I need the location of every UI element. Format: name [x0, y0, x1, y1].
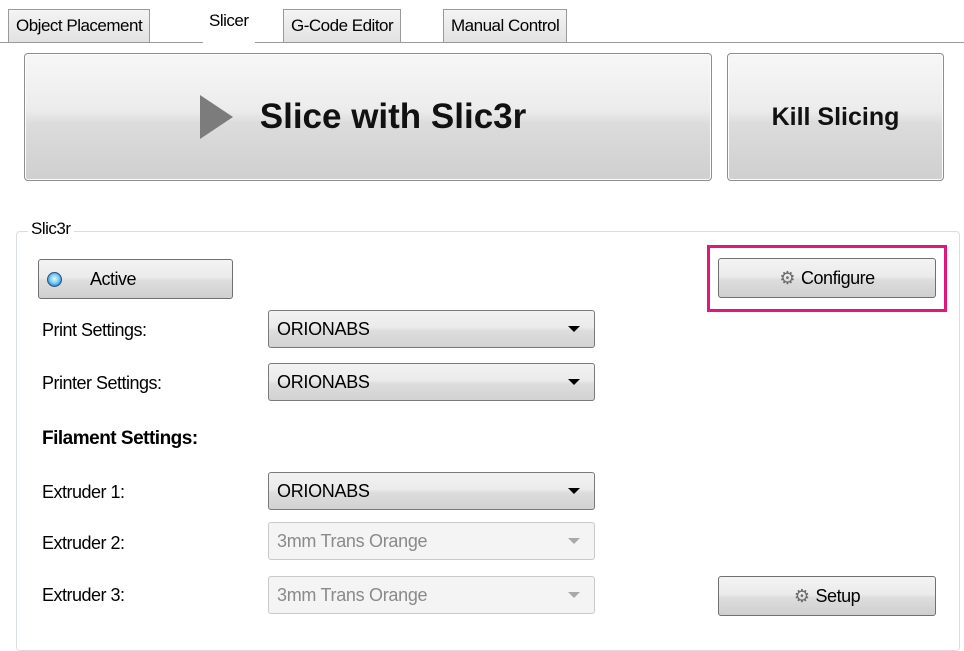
print-settings-value: ORIONABS — [277, 319, 370, 339]
active-label: Active — [90, 268, 137, 289]
chevron-down-icon — [568, 488, 580, 494]
kill-slicing-label: Kill Slicing — [771, 102, 900, 131]
extruder-3-value: 3mm Trans Orange — [277, 585, 428, 605]
extruder-1-value: ORIONABS — [277, 481, 370, 501]
extruder-2-label: Extruder 2: — [42, 533, 125, 553]
chevron-down-icon — [568, 379, 580, 385]
extruder-1-select[interactable]: ORIONABS — [268, 472, 595, 510]
extruder-1-label: Extruder 1: — [42, 482, 125, 502]
active-toggle-button[interactable]: Active — [38, 259, 233, 299]
print-settings-label: Print Settings: — [42, 320, 147, 340]
print-settings-select[interactable]: ORIONABS — [268, 310, 595, 348]
extruder-3-select: 3mm Trans Orange — [268, 576, 595, 614]
tab-slicer[interactable]: Slicer — [203, 3, 255, 43]
play-icon — [199, 95, 233, 139]
configure-button[interactable]: ⚙ Configure — [718, 258, 936, 298]
slic3r-group-title: Slic3r — [28, 219, 74, 239]
setup-label: Setup — [815, 585, 861, 606]
printer-settings-value: ORIONABS — [277, 372, 370, 392]
tab-gcode-editor[interactable]: G-Code Editor — [283, 9, 402, 42]
radio-indicator-icon — [47, 271, 62, 287]
extruder-3-label: Extruder 3: — [42, 585, 125, 605]
extruder-2-value: 3mm Trans Orange — [277, 531, 428, 551]
tab-bar: Object Placement Slicer G-Code Editor Ma… — [0, 0, 964, 44]
setup-button[interactable]: ⚙ Setup — [718, 576, 936, 616]
chevron-down-icon — [568, 538, 580, 544]
slice-button[interactable]: Slice with Slic3r — [24, 53, 712, 181]
gears-icon: ⚙ — [793, 585, 810, 606]
printer-settings-label: Printer Settings: — [42, 373, 162, 393]
gear-icon: ⚙ — [779, 267, 796, 288]
tab-manual-control[interactable]: Manual Control — [443, 9, 568, 42]
kill-slicing-button[interactable]: Kill Slicing — [727, 53, 944, 181]
slice-button-label: Slice with Slic3r — [259, 97, 527, 136]
configure-label: Configure — [801, 267, 875, 288]
tab-object-placement[interactable]: Object Placement — [8, 9, 151, 42]
tab-divider — [0, 42, 964, 43]
printer-settings-select[interactable]: ORIONABS — [268, 363, 595, 401]
extruder-2-select: 3mm Trans Orange — [268, 522, 595, 560]
filament-settings-heading: Filament Settings: — [42, 428, 198, 449]
chevron-down-icon — [568, 326, 580, 332]
chevron-down-icon — [568, 592, 580, 598]
